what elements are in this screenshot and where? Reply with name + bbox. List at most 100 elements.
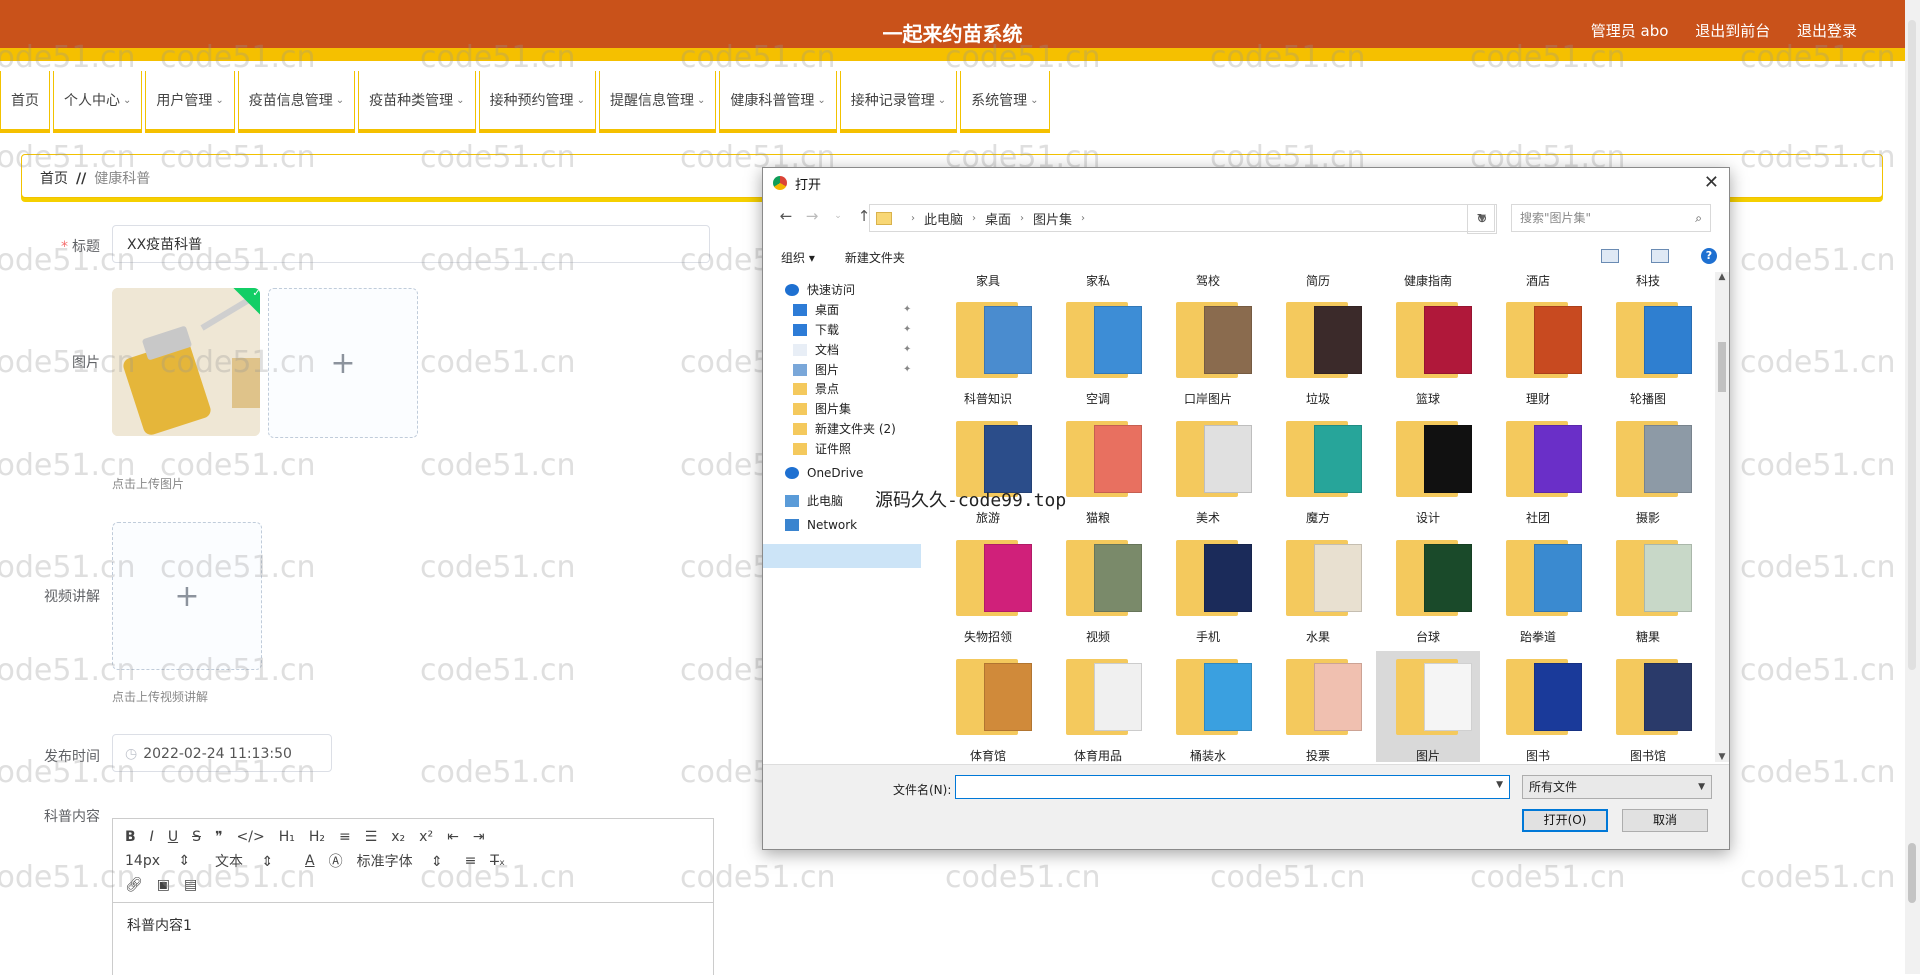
ordered-list-icon[interactable]: ≡ (339, 829, 351, 845)
folder-item[interactable]: 美术 (1156, 413, 1260, 528)
link-icon[interactable]: 🔗︎ (125, 877, 143, 893)
nav-item[interactable]: 用户管理 ⌄ (145, 71, 235, 130)
image-upload-box[interactable]: + (268, 288, 418, 438)
nav-item[interactable]: 健康科普管理 ⌄ (719, 71, 837, 130)
folder-item[interactable]: 糖果 (1596, 532, 1700, 647)
font-size-select[interactable]: 14px ⇕ (125, 853, 201, 869)
folder-item[interactable]: 理财 (1486, 294, 1590, 409)
path-segment-folder[interactable]: 图片集 (1033, 209, 1072, 228)
folder-item[interactable]: 篮球 (1376, 294, 1480, 409)
folder-item[interactable]: 失物招领 (936, 532, 1040, 647)
folder-item[interactable]: 图书 (1486, 651, 1590, 762)
folder-item[interactable]: 体育用品 (1046, 651, 1150, 762)
bullet-list-icon[interactable]: ☰ (365, 829, 378, 845)
nav-item[interactable]: 接种预约管理 ⌄ (478, 71, 596, 130)
new-folder-button[interactable]: 新建文件夹 (845, 249, 905, 266)
nav-tree-item[interactable]: OneDrive (785, 466, 863, 480)
folder-item[interactable]: 投票 (1266, 651, 1370, 762)
subscript-icon[interactable]: x₂ (391, 829, 405, 845)
breadcrumb-home[interactable]: 首页 (40, 171, 68, 187)
chevron-down-icon[interactable]: ▼ (1496, 780, 1503, 790)
nav-item[interactable]: 疫苗种类管理 ⌄ (358, 71, 476, 130)
nav-tree-item[interactable]: 桌面 ✦ (793, 301, 911, 318)
file-list-scrollbar[interactable]: ▲ ▼ (1715, 272, 1729, 762)
cancel-button[interactable]: 取消 (1622, 809, 1708, 832)
blockquote-icon[interactable]: ❞ (215, 829, 223, 845)
folder-item[interactable]: 垃圾 (1266, 294, 1370, 409)
folder-item[interactable]: 水果 (1266, 532, 1370, 647)
bold-icon[interactable]: B (125, 829, 136, 845)
font-family-select[interactable]: 标准字体 ⇕ (357, 851, 451, 871)
nav-item[interactable]: 接种记录管理 ⌄ (839, 71, 958, 130)
help-icon[interactable]: ? (1701, 248, 1717, 264)
back-arrow-icon[interactable]: ← (773, 207, 799, 225)
organize-button[interactable]: 组织 ▾ (781, 249, 815, 266)
publish-date-input[interactable]: ◷ 2022-02-24 11:13:50 (112, 734, 332, 772)
back-to-front-link[interactable]: 退出到前台 (1695, 22, 1770, 40)
filename-input[interactable]: ▼ (955, 775, 1510, 799)
editor-body[interactable]: 科普内容1 (113, 903, 713, 947)
nav-item[interactable]: 提醒信息管理 ⌄ (598, 71, 717, 130)
folder-item[interactable]: 社团 (1486, 413, 1590, 528)
dialog-search-input[interactable]: 搜索"图片集" ⌕ (1511, 204, 1711, 232)
path-segment-desktop[interactable]: 桌面 (985, 209, 1011, 228)
title-input[interactable]: XX疫苗科普 (112, 225, 710, 263)
nav-tree-item[interactable]: 下载 ✦ (793, 321, 911, 338)
scroll-thumb[interactable] (1718, 342, 1726, 392)
close-icon[interactable]: ✕ (1704, 172, 1719, 193)
view-mode-icon[interactable] (1601, 249, 1619, 263)
scrollbar-thumb[interactable] (1908, 843, 1916, 903)
font-color-icon[interactable]: A (305, 853, 315, 869)
folder-item[interactable]: 图片 (1376, 651, 1480, 762)
folder-item[interactable]: 手机 (1156, 532, 1260, 647)
video-icon[interactable]: ▤ (184, 877, 197, 893)
outdent-icon[interactable]: ⇤ (447, 829, 459, 845)
clear-format-icon[interactable]: T̶ₓ (490, 853, 505, 869)
code-icon[interactable]: </> (237, 829, 265, 845)
italic-icon[interactable]: I (150, 829, 154, 845)
nav-tree-item[interactable]: 此电脑 (785, 492, 843, 509)
nav-tree-item[interactable]: 新建文件夹 (2) (793, 420, 896, 437)
heading1-icon[interactable]: H₁ (279, 829, 295, 845)
align-icon[interactable]: ≡ (465, 853, 477, 869)
folder-item[interactable]: 摄影 (1596, 413, 1700, 528)
strike-icon[interactable]: S (192, 829, 201, 845)
nav-tree-item[interactable]: 图片 ✦ (793, 361, 911, 378)
folder-item[interactable]: 跆拳道 (1486, 532, 1590, 647)
nav-tree-item[interactable]: 文档 ✦ (793, 341, 911, 358)
folder-item[interactable]: 轮播图 (1596, 294, 1700, 409)
uploaded-image-thumbnail[interactable]: ✓ (112, 288, 260, 436)
folder-item[interactable]: 科普知识 (936, 294, 1040, 409)
nav-tree-item[interactable]: Network (785, 518, 857, 532)
nav-item[interactable]: 首页 (0, 71, 50, 130)
folder-item[interactable]: 空调 (1046, 294, 1150, 409)
filetype-select[interactable]: 所有文件 ▼ (1522, 775, 1712, 799)
nav-tree-item[interactable]: 快速访问 (785, 281, 855, 298)
folder-item[interactable]: 台球 (1376, 532, 1480, 647)
heading2-icon[interactable]: H₂ (309, 829, 325, 845)
folder-item[interactable]: 体育馆 (936, 651, 1040, 762)
folder-item[interactable]: 魔方 (1266, 413, 1370, 528)
preview-pane-icon[interactable] (1651, 249, 1669, 263)
scroll-up-icon[interactable]: ▲ (1715, 272, 1729, 282)
logout-link[interactable]: 退出登录 (1797, 22, 1857, 40)
background-color-icon[interactable]: Ⓐ (329, 851, 343, 871)
video-upload-box[interactable]: + (112, 522, 262, 670)
open-button[interactable]: 打开(O) (1522, 809, 1608, 832)
underline-icon[interactable]: U (168, 829, 178, 845)
nav-item[interactable]: 系统管理 ⌄ (960, 71, 1050, 130)
path-segment-computer[interactable]: 此电脑 (924, 209, 963, 228)
folder-item[interactable]: 图书馆 (1596, 651, 1700, 762)
folder-item[interactable]: 视频 (1046, 532, 1150, 647)
recent-dropdown-icon[interactable]: ⌄ (825, 211, 851, 221)
nav-tree-item[interactable]: 图片集 (793, 400, 851, 417)
superscript-icon[interactable]: x² (419, 829, 433, 845)
page-scrollbar[interactable] (1905, 0, 1920, 974)
folder-item[interactable]: 设计 (1376, 413, 1480, 528)
folder-item[interactable]: 桶装水 (1156, 651, 1260, 762)
nav-item[interactable]: 个人中心 ⌄ (53, 71, 143, 130)
forward-arrow-icon[interactable]: → (799, 207, 825, 225)
folder-item[interactable]: 口岸图片 (1156, 294, 1260, 409)
nav-tree-item[interactable]: 证件照 (793, 440, 851, 457)
nav-tree-item[interactable]: 景点 (793, 380, 839, 397)
